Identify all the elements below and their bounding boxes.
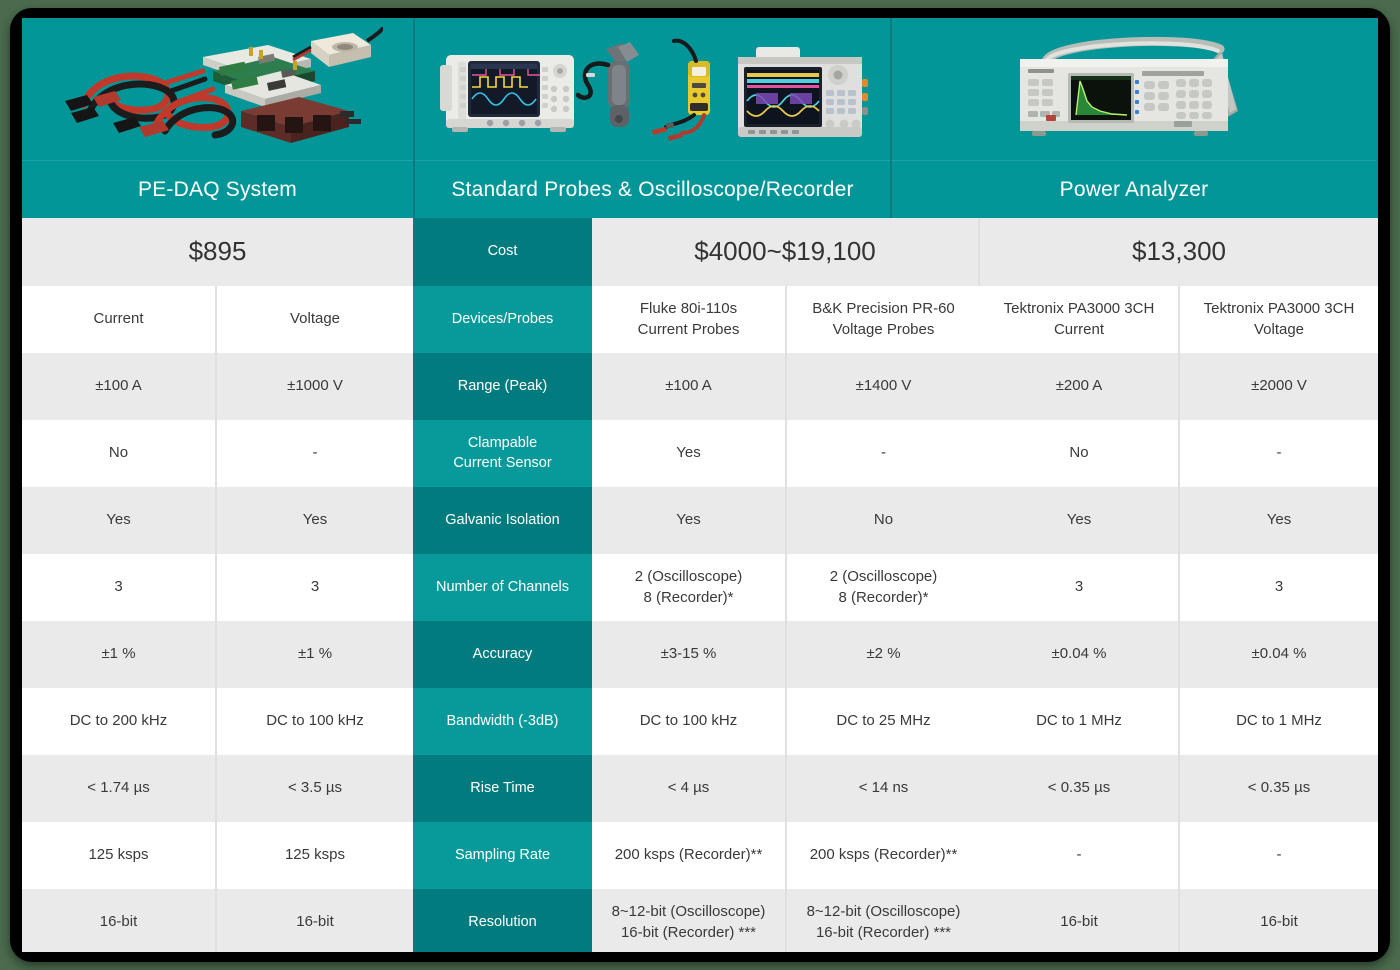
table-cell: 2 (Oscilloscope) 8 (Recorder)* — [787, 554, 980, 621]
table-cell: - — [787, 420, 980, 487]
table-row: 16-bit 16-bit Resolution 8~12-bit (Oscillos… — [22, 889, 1378, 952]
product-header-standard: Standard Probes & Oscilloscope/Recorder — [413, 18, 890, 218]
table-cell: 200 ksps (Recorder)** — [787, 822, 980, 889]
row-label: Devices/Probes — [413, 286, 592, 353]
table-cell: 3 — [980, 554, 1180, 621]
table-cell: 2 (Oscilloscope) 8 (Recorder)* — [592, 554, 787, 621]
table-cell: ±1 % — [217, 621, 413, 688]
table-cell: < 14 ns — [787, 755, 980, 822]
table-row: No - Clampable Current Sensor Yes - No - — [22, 420, 1378, 487]
product-header-power-analyzer: Power Analyzer — [890, 18, 1376, 218]
table-cell: DC to 200 kHz — [22, 688, 217, 755]
table-row-cost: $895 Cost $4000~$19,100 $13,300 — [22, 218, 1378, 286]
table-cell: 3 — [217, 554, 413, 621]
row-label: Range (Peak) — [413, 353, 592, 420]
table-row: Current Voltage Devices/Probes Fluke 80i-11… — [22, 286, 1378, 353]
table-cell: Voltage — [217, 286, 413, 353]
product-header-pe-daq: PE-DAQ System — [22, 18, 413, 218]
table-cell: ±3-15 % — [592, 621, 787, 688]
table-row: Yes Yes Galvanic Isolation Yes No Yes Yes — [22, 487, 1378, 554]
row-label: Sampling Rate — [413, 822, 592, 889]
probes-scope-photo-icon — [415, 18, 890, 160]
row-label: Galvanic Isolation — [413, 487, 592, 554]
product-header-band: PE-DAQ System Standard Probes & Oscillos… — [22, 18, 1378, 218]
product-title-pe-daq: PE-DAQ System — [22, 160, 413, 218]
table-cell: DC to 25 MHz — [787, 688, 980, 755]
pe-daq-photo-icon — [22, 18, 413, 160]
table-cell: B&K Precision PR-60 Voltage Probes — [787, 286, 980, 353]
table-cell: No — [787, 487, 980, 554]
table-cell: < 4 µs — [592, 755, 787, 822]
table-row: 125 ksps 125 ksps Sampling Rate 200 ksps (R… — [22, 822, 1378, 889]
table-cell: 16-bit — [22, 889, 217, 952]
table-cell: < 0.35 µs — [980, 755, 1180, 822]
table-row: < 1.74 µs < 3.5 µs Rise Time < 4 µs < 14 ns <… — [22, 755, 1378, 822]
table-cell: ±1400 V — [787, 353, 980, 420]
table-row: ±1 % ±1 % Accuracy ±3-15 % ±2 % ±0.04 % ±0.04 … — [22, 621, 1378, 688]
table-cell: 200 ksps (Recorder)** — [592, 822, 787, 889]
device-frame: PE-DAQ System Standard Probes & Oscillos… — [10, 8, 1390, 962]
table-cell: 8~12-bit (Oscilloscope) 16-bit (Recorder… — [592, 889, 787, 952]
table-cell: Fluke 80i-110s Current Probes — [592, 286, 787, 353]
table-cell: < 0.35 µs — [1180, 755, 1378, 822]
cost-standard: $4000~$19,100 — [592, 218, 980, 286]
table-cell: ±0.04 % — [980, 621, 1180, 688]
table-cell: ±1 % — [22, 621, 217, 688]
table-cell: 3 — [22, 554, 217, 621]
cost-power-analyzer: $13,300 — [980, 218, 1378, 286]
power-analyzer-photo-icon — [892, 18, 1376, 160]
table-cell: < 1.74 µs — [22, 755, 217, 822]
table-cell: ±200 A — [980, 353, 1180, 420]
product-title-power-analyzer: Power Analyzer — [892, 160, 1376, 218]
table-cell: DC to 1 MHz — [980, 688, 1180, 755]
table-cell: - — [1180, 822, 1378, 889]
table-cell: No — [980, 420, 1180, 487]
row-label: Clampable Current Sensor — [413, 420, 592, 487]
table-cell: ±2 % — [787, 621, 980, 688]
table-cell: Tektronix PA3000 3CH Current — [980, 286, 1180, 353]
row-label: Number of Channels — [413, 554, 592, 621]
table-cell: 16-bit — [217, 889, 413, 952]
table-cell: 8~12-bit (Oscilloscope) 16-bit (Recorder… — [787, 889, 980, 952]
table-cell: ±0.04 % — [1180, 621, 1378, 688]
cost-pe-daq: $895 — [22, 218, 413, 286]
table-cell: 125 ksps — [217, 822, 413, 889]
table-cell: < 3.5 µs — [217, 755, 413, 822]
table-cell: 3 — [1180, 554, 1378, 621]
table-cell: 16-bit — [1180, 889, 1378, 952]
table-cell: ±100 A — [22, 353, 217, 420]
row-label: Resolution — [413, 889, 592, 952]
comparison-table: PE-DAQ System Standard Probes & Oscillos… — [22, 18, 1378, 952]
row-label: Accuracy — [413, 621, 592, 688]
table-row: DC to 200 kHz DC to 100 kHz Bandwidth (-3d… — [22, 688, 1378, 755]
table-cell: DC to 100 kHz — [592, 688, 787, 755]
row-label-cost: Cost — [413, 218, 592, 286]
table-cell: No — [22, 420, 217, 487]
table-cell: - — [980, 822, 1180, 889]
table-row: ±100 A ±1000 V Range (Peak) ±100 A ±1400 V ±2… — [22, 353, 1378, 420]
table-cell: DC to 1 MHz — [1180, 688, 1378, 755]
table-cell: Yes — [980, 487, 1180, 554]
table-cell: Yes — [592, 420, 787, 487]
table-cell: ±1000 V — [217, 353, 413, 420]
table-cell: Yes — [592, 487, 787, 554]
row-label: Bandwidth (-3dB) — [413, 688, 592, 755]
table-cell: Current — [22, 286, 217, 353]
product-title-standard: Standard Probes & Oscilloscope/Recorder — [415, 160, 890, 218]
table-cell: Yes — [217, 487, 413, 554]
table-cell: - — [217, 420, 413, 487]
table-cell: Tektronix PA3000 3CH Voltage — [1180, 286, 1378, 353]
table-cell: Yes — [1180, 487, 1378, 554]
table-cell: ±2000 V — [1180, 353, 1378, 420]
row-label: Rise Time — [413, 755, 592, 822]
table-cell: 125 ksps — [22, 822, 217, 889]
table-cell: DC to 100 kHz — [217, 688, 413, 755]
table-body: Current Voltage Devices/Probes Fluke 80i-11… — [22, 286, 1378, 952]
table-cell: Yes — [22, 487, 217, 554]
table-cell: ±100 A — [592, 353, 787, 420]
table-row: 3 3 Number of Channels 2 (Oscilloscope) 8 (… — [22, 554, 1378, 621]
table-cell: - — [1180, 420, 1378, 487]
table-cell: 16-bit — [980, 889, 1180, 952]
